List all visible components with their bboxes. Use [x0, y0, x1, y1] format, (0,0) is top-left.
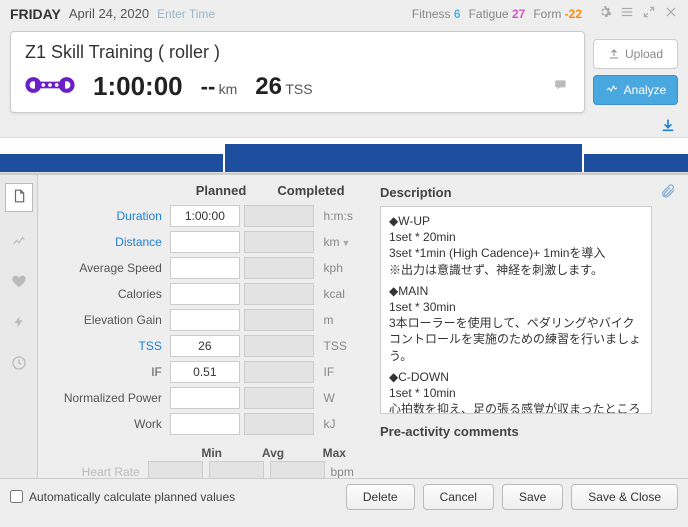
tab-history-icon[interactable]: [11, 355, 27, 374]
date-string: April 24, 2020: [69, 6, 149, 21]
planned-column: Planned Completed Durationh:m:s Distance…: [38, 175, 368, 478]
form-metric: Form -22: [533, 7, 582, 21]
footer-bar: Automatically calculate planned values D…: [0, 478, 688, 514]
tab-summary-icon[interactable]: [5, 183, 33, 212]
input-distance-completed[interactable]: [244, 231, 314, 253]
enter-time-link[interactable]: Enter Time: [157, 7, 215, 21]
input-calories-completed[interactable]: [244, 283, 314, 305]
preactivity-comments-title: Pre-activity comments: [380, 424, 676, 439]
label-np: Normalized Power: [46, 391, 170, 405]
input-hr-min[interactable]: [148, 461, 203, 478]
download-icon[interactable]: [660, 117, 676, 137]
auto-calc-input[interactable]: [10, 490, 23, 503]
label-if: IF: [46, 365, 170, 379]
input-calories-planned[interactable]: [170, 283, 240, 305]
input-if-completed[interactable]: [244, 361, 314, 383]
input-elev-completed[interactable]: [244, 309, 314, 331]
day-name: FRIDAY: [10, 6, 61, 22]
input-distance-planned[interactable]: [170, 231, 240, 253]
tab-power-icon[interactable]: [12, 314, 26, 333]
min-header: Min: [186, 446, 237, 460]
label-avg-speed: Average Speed: [46, 261, 170, 275]
input-tss-planned[interactable]: [170, 335, 240, 357]
gear-icon[interactable]: [598, 5, 612, 22]
description-column: Description ◆W-UP 1set * 20min 3set *1mi…: [368, 175, 688, 478]
tab-heart-icon[interactable]: [11, 273, 27, 292]
label-hr: Heart Rate: [46, 465, 148, 478]
max-header: Max: [309, 446, 360, 460]
side-tabs: [0, 175, 38, 478]
unit-distance[interactable]: km▼: [324, 235, 360, 249]
input-hr-max[interactable]: [270, 461, 325, 478]
label-elev-gain: Elevation Gain: [46, 313, 170, 327]
planned-header: Planned: [186, 183, 256, 198]
label-distance[interactable]: Distance: [46, 235, 170, 249]
input-work-planned[interactable]: [170, 413, 240, 435]
input-work-completed[interactable]: [244, 413, 314, 435]
input-duration-planned[interactable]: [170, 205, 240, 227]
input-np-completed[interactable]: [244, 387, 314, 409]
avg-header: Avg: [247, 446, 298, 460]
input-hr-avg[interactable]: [209, 461, 264, 478]
workout-tss: 26 TSS: [255, 73, 312, 101]
workout-timeline[interactable]: [0, 137, 688, 173]
input-np-planned[interactable]: [170, 387, 240, 409]
close-icon[interactable]: [664, 5, 678, 22]
label-calories: Calories: [46, 287, 170, 301]
workout-title[interactable]: Z1 Skill Training ( roller ): [25, 42, 570, 63]
label-work: Work: [46, 417, 170, 431]
description-title: Description: [380, 185, 660, 200]
input-elev-planned[interactable]: [170, 309, 240, 331]
attachment-icon[interactable]: [660, 183, 676, 202]
expand-icon[interactable]: [642, 5, 656, 22]
workout-distance: -- km: [201, 74, 238, 100]
comment-icon[interactable]: [552, 78, 570, 95]
fatigue-metric: Fatigue 27: [469, 7, 526, 21]
input-avgspeed-completed[interactable]: [244, 257, 314, 279]
delete-button[interactable]: Delete: [346, 484, 415, 510]
input-avgspeed-planned[interactable]: [170, 257, 240, 279]
auto-calc-checkbox[interactable]: Automatically calculate planned values: [10, 490, 235, 504]
top-header: FRIDAY April 24, 2020 Enter Time Fitness…: [0, 0, 688, 27]
workout-card: Z1 Skill Training ( roller ) 1:00:00 -- …: [10, 31, 585, 113]
input-if-planned[interactable]: [170, 361, 240, 383]
save-close-button[interactable]: Save & Close: [571, 484, 678, 510]
input-tss-completed[interactable]: [244, 335, 314, 357]
upload-button[interactable]: Upload: [593, 39, 678, 69]
description-text[interactable]: ◆W-UP 1set * 20min 3set *1min (High Cade…: [380, 206, 652, 414]
tab-chart-icon[interactable]: [11, 234, 27, 251]
workout-duration: 1:00:00: [93, 71, 183, 102]
input-duration-completed[interactable]: [244, 205, 314, 227]
save-button[interactable]: Save: [502, 484, 563, 510]
label-tss[interactable]: TSS: [46, 339, 170, 353]
menu-icon[interactable]: [620, 5, 634, 22]
completed-header: Completed: [276, 183, 346, 198]
analyze-button[interactable]: Analyze: [593, 75, 678, 105]
fitness-metric: Fitness 6: [412, 7, 461, 21]
bike-chain-icon: [25, 75, 75, 98]
label-duration[interactable]: Duration: [46, 209, 170, 223]
cancel-button[interactable]: Cancel: [423, 484, 494, 510]
